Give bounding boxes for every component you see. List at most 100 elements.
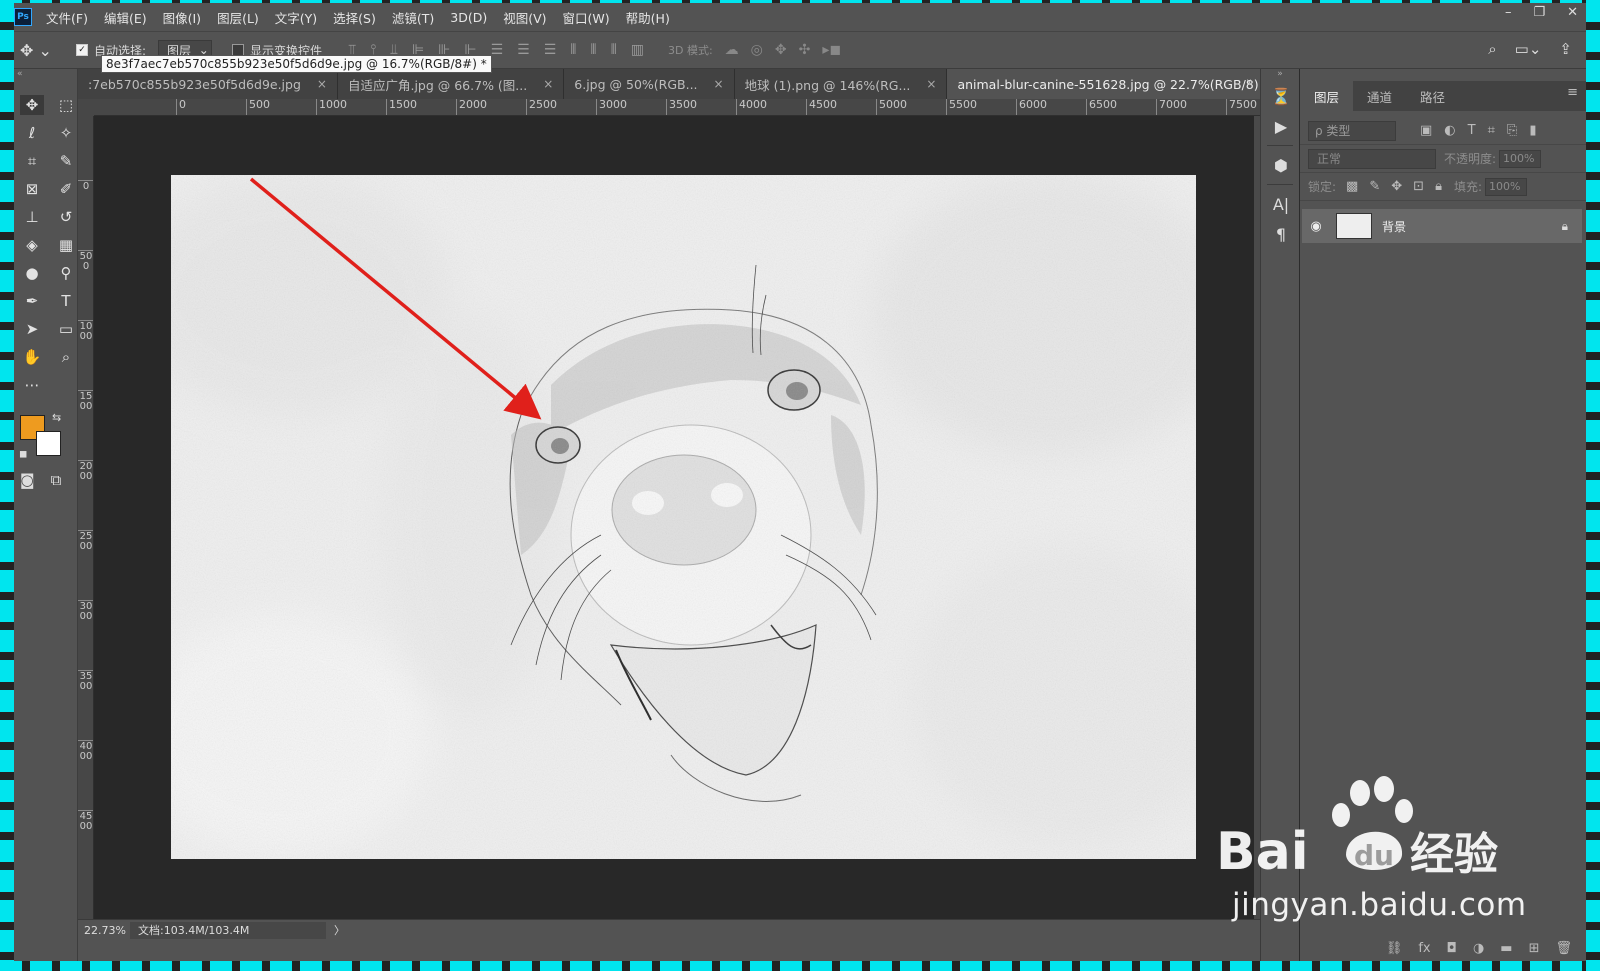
- tabs-overflow-icon[interactable]: »: [1246, 75, 1254, 90]
- more-tools-icon[interactable]: ⋯: [20, 375, 44, 395]
- lasso-tool-icon[interactable]: ℓ: [20, 123, 44, 143]
- close-icon[interactable]: ×: [317, 77, 327, 91]
- tab-document-4[interactable]: 地球 (1).png @ 146%(RG... ×: [734, 69, 948, 99]
- menu-filter[interactable]: 滤镜(T): [392, 8, 434, 27]
- filter-toggle-icon[interactable]: ▮: [1529, 123, 1536, 138]
- new-layer-icon[interactable]: ⊞: [1529, 941, 1540, 956]
- 3d-orbit-icon[interactable]: ☁: [725, 42, 739, 58]
- 3d-slide-icon[interactable]: ✣: [799, 42, 811, 58]
- restore-icon[interactable]: ❐: [1533, 5, 1545, 20]
- menu-select[interactable]: 选择(S): [333, 8, 376, 27]
- horizontal-ruler[interactable]: 0 500 1000 1500 2000 2500 3000 3500 4000 4500 5000…: [94, 99, 1260, 116]
- auto-align-icon[interactable]: ▥: [631, 42, 644, 58]
- close-icon[interactable]: ×: [926, 77, 936, 91]
- layer-row-background[interactable]: ◉ 背景 🔒︎: [1302, 209, 1582, 243]
- quick-select-tool-icon[interactable]: ✧: [54, 123, 78, 143]
- healing-brush-tool-icon[interactable]: ⊠: [20, 179, 44, 199]
- tab-paths[interactable]: 路径: [1406, 81, 1459, 111]
- quick-mask-icon[interactable]: ◙: [20, 471, 35, 489]
- panel-expand-icon[interactable]: »: [1261, 69, 1299, 81]
- tab-document-1[interactable]: :7eb570c855b923e50f5d6d9e.jpg ×: [78, 69, 338, 99]
- search-icon[interactable]: ⌕: [1488, 40, 1496, 58]
- distribute-vcenter-icon[interactable]: ☰: [517, 42, 530, 58]
- tab-document-active[interactable]: animal-blur-canine-551628.jpg @ 22.7%(RG…: [947, 69, 1260, 99]
- canvas-workspace[interactable]: [94, 116, 1254, 923]
- lock-icon[interactable]: 🔒︎: [1562, 219, 1568, 234]
- tab-channels[interactable]: 通道: [1353, 81, 1406, 111]
- background-color-swatch[interactable]: [36, 431, 61, 456]
- menu-type[interactable]: 文字(Y): [275, 8, 317, 27]
- distribute-bottom-icon[interactable]: ☰: [544, 42, 557, 58]
- blur-tool-icon[interactable]: ●: [20, 263, 44, 283]
- menu-image[interactable]: 图像(I): [163, 8, 201, 27]
- ps-logo[interactable]: Ps: [14, 8, 32, 26]
- close-icon[interactable]: ×: [714, 77, 724, 91]
- tools-collapse-icon[interactable]: «: [14, 69, 77, 95]
- actions-play-icon[interactable]: ▶: [1261, 111, 1301, 141]
- lock-transparent-icon[interactable]: ▩: [1346, 179, 1358, 194]
- menu-window[interactable]: 窗口(W): [563, 8, 610, 27]
- swap-colors-icon[interactable]: ⇆: [52, 411, 61, 424]
- document-image[interactable]: [171, 175, 1196, 859]
- blend-mode-select[interactable]: 正常: [1308, 148, 1436, 169]
- vertical-ruler[interactable]: 0 500 1000 1500 2000 2500 3000 3500 4000 4500: [78, 116, 94, 923]
- move-tool-icon[interactable]: ✥: [20, 95, 44, 115]
- distribute-left-icon[interactable]: ⦀: [570, 42, 576, 58]
- filter-shape-icon[interactable]: ⌗: [1488, 123, 1495, 138]
- filter-type-icon[interactable]: T: [1468, 123, 1476, 138]
- menu-edit[interactable]: 编辑(E): [104, 8, 147, 27]
- tab-document-3[interactable]: 6.jpg @ 50%(RGB... ×: [564, 69, 735, 99]
- close-icon[interactable]: ✕: [1567, 5, 1578, 20]
- screen-mode-icon[interactable]: ⧉: [51, 471, 62, 489]
- eraser-tool-icon[interactable]: ◈: [20, 235, 44, 255]
- minimize-icon[interactable]: –: [1505, 5, 1512, 20]
- hand-tool-icon[interactable]: ✋: [20, 347, 44, 367]
- filter-adjust-icon[interactable]: ◐: [1444, 123, 1455, 138]
- 3d-pan-icon[interactable]: ✥: [775, 42, 787, 58]
- add-mask-icon[interactable]: ◘: [1447, 941, 1457, 956]
- gradient-tool-icon[interactable]: ▦: [54, 235, 78, 255]
- distribute-hcenter-icon[interactable]: ⦀: [590, 42, 596, 58]
- zoom-level[interactable]: 22.73%: [78, 924, 130, 937]
- workspace-icon[interactable]: ▭⌄: [1515, 40, 1542, 58]
- 3d-roll-icon[interactable]: ◎: [751, 42, 763, 58]
- eyedropper-tool-icon[interactable]: ✎: [54, 151, 78, 171]
- default-colors-icon[interactable]: ◼: [19, 449, 27, 460]
- adjustment-layer-icon[interactable]: ◑: [1473, 941, 1484, 956]
- distribute-top-icon[interactable]: ☰: [491, 42, 504, 58]
- panel-menu-icon[interactable]: ≡: [1567, 85, 1578, 100]
- auto-select-checkbox[interactable]: ✓: [76, 44, 88, 56]
- move-tool-preset-icon[interactable]: ✥ ⌄: [20, 41, 56, 60]
- menu-help[interactable]: 帮助(H): [626, 8, 670, 27]
- layer-filter-select[interactable]: ρ 类型: [1308, 120, 1396, 141]
- menu-layer[interactable]: 图层(L): [217, 8, 259, 27]
- filter-pixel-icon[interactable]: ▣: [1420, 123, 1432, 138]
- stamp-tool-icon[interactable]: ⊥: [20, 207, 44, 227]
- type-tool-icon[interactable]: T: [54, 291, 78, 311]
- brush-tool-icon[interactable]: ✐: [54, 179, 78, 199]
- filter-smart-icon[interactable]: ⎘: [1507, 123, 1517, 138]
- distribute-right-icon[interactable]: ⦀: [611, 42, 617, 58]
- 3d-camera-icon[interactable]: ▸◼: [822, 42, 841, 58]
- 3d-panel-icon[interactable]: ⬢: [1261, 150, 1301, 180]
- delete-layer-icon[interactable]: 🗑︎: [1555, 941, 1572, 956]
- menu-3d[interactable]: 3D(D): [450, 10, 487, 25]
- paragraph-icon[interactable]: ¶: [1261, 219, 1301, 249]
- tab-document-2[interactable]: 自适应广角.jpg @ 66.7% (图... ×: [337, 69, 565, 99]
- fx-icon[interactable]: fx: [1418, 941, 1430, 956]
- lock-artboard-icon[interactable]: ⊡: [1413, 179, 1424, 194]
- lock-position-icon[interactable]: ✥: [1391, 179, 1402, 194]
- history-icon[interactable]: ⏳: [1261, 81, 1301, 111]
- tab-layers[interactable]: 图层: [1300, 81, 1354, 111]
- history-brush-tool-icon[interactable]: ↺: [54, 207, 78, 227]
- pen-tool-icon[interactable]: ✒: [20, 291, 44, 311]
- new-group-icon[interactable]: ▬: [1500, 941, 1512, 956]
- share-icon[interactable]: ⇪: [1559, 40, 1572, 58]
- opacity-input[interactable]: 100%: [1499, 149, 1542, 168]
- path-select-tool-icon[interactable]: ➤: [20, 319, 44, 339]
- close-icon[interactable]: ×: [543, 77, 553, 91]
- rectangle-tool-icon[interactable]: ▭: [54, 319, 78, 339]
- zoom-tool-icon[interactable]: ⌕: [54, 347, 78, 367]
- menu-view[interactable]: 视图(V): [503, 8, 546, 27]
- lock-all-icon[interactable]: 🔒︎: [1435, 179, 1442, 194]
